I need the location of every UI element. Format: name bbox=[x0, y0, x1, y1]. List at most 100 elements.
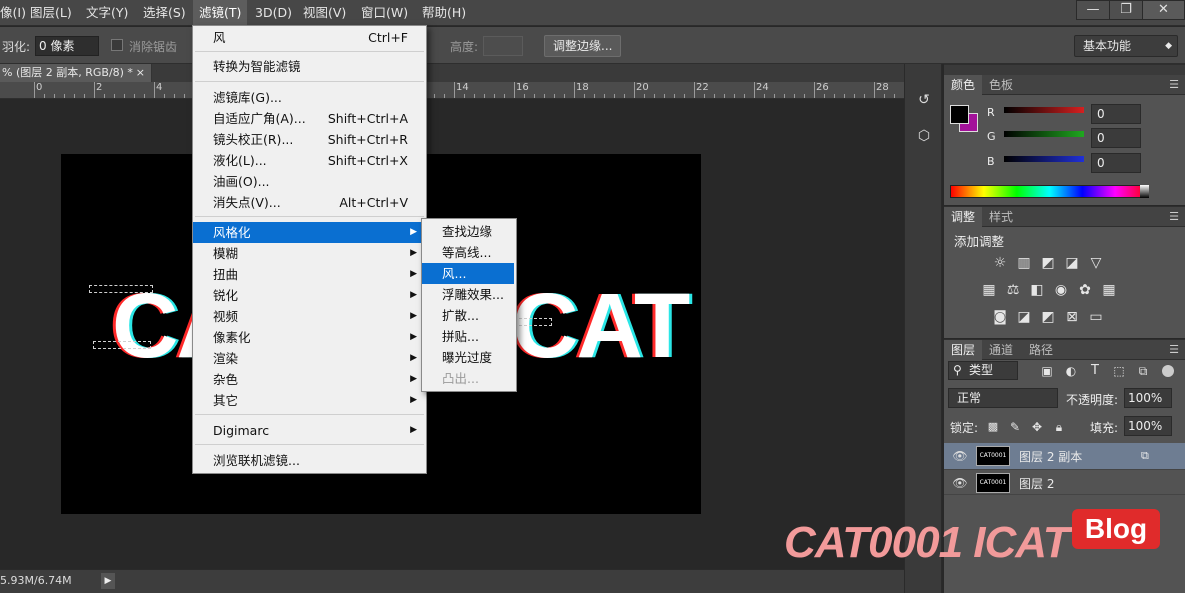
menu-window[interactable]: 窗口(W) bbox=[355, 0, 414, 26]
vibrance-icon[interactable]: ▽ bbox=[1087, 254, 1105, 272]
menu-item-sharpen[interactable]: 锐化 ▶ bbox=[193, 285, 426, 306]
selective-color-icon[interactable]: ⊠ bbox=[1063, 308, 1081, 326]
tab-paths[interactable]: 路径 bbox=[1022, 340, 1060, 360]
menu-layer[interactable]: 图层(L) bbox=[24, 0, 78, 26]
layer-filter-select[interactable]: ⚲ 类型 bbox=[948, 361, 1018, 380]
menu-type[interactable]: 文字(Y) bbox=[80, 0, 134, 26]
menu-view[interactable]: 视图(V) bbox=[297, 0, 352, 26]
menu-item-filter-gallery[interactable]: 滤镜库(G)... bbox=[193, 87, 426, 108]
submenu-item-emboss[interactable]: 浮雕效果... bbox=[422, 284, 516, 305]
lock-transparent-icon[interactable]: ▩ bbox=[984, 418, 1002, 436]
menu-item-browse-filters-online[interactable]: 浏览联机滤镜... bbox=[193, 450, 426, 471]
panel-menu-icon[interactable]: ☰ bbox=[1169, 78, 1179, 91]
channel-mixer-icon[interactable]: ✿ bbox=[1076, 281, 1094, 299]
horizontal-ruler[interactable]: 0246810121416182022242628 bbox=[0, 82, 904, 99]
status-menu-arrow-icon[interactable]: ▶ bbox=[101, 573, 115, 589]
red-slider[interactable] bbox=[1004, 107, 1084, 113]
green-slider[interactable] bbox=[1004, 131, 1084, 137]
tab-channels[interactable]: 通道 bbox=[982, 340, 1020, 360]
submenu-item-diffuse[interactable]: 扩散... bbox=[422, 305, 516, 326]
menu-item-last-filter[interactable]: 风 Ctrl+F bbox=[193, 27, 426, 48]
visibility-eye-icon[interactable]: 👁︎ bbox=[952, 448, 968, 464]
levels-icon[interactable]: ▥ bbox=[1015, 254, 1033, 272]
menu-item-adaptive-wide-angle[interactable]: 自适应广角(A)... Shift+Ctrl+A bbox=[193, 108, 426, 129]
blend-mode-select[interactable]: 正常 bbox=[948, 388, 1058, 408]
tab-styles[interactable]: 样式 bbox=[982, 207, 1020, 227]
menu-item-pixelate[interactable]: 像素化 ▶ bbox=[193, 327, 426, 348]
menu-item-blur[interactable]: 模糊 ▶ bbox=[193, 243, 426, 264]
submenu-item-find-edges[interactable]: 查找边缘 bbox=[422, 221, 516, 242]
green-value-input[interactable]: 0 bbox=[1091, 128, 1141, 148]
3d-panel-icon[interactable]: ⬡ bbox=[914, 126, 934, 146]
color-ramp[interactable] bbox=[950, 185, 1149, 198]
document-tab[interactable]: % (图层 2 副本, RGB/8) * × bbox=[0, 64, 152, 82]
filter-adjustment-icon[interactable]: ◐ bbox=[1062, 362, 1080, 380]
close-button[interactable]: ✕ bbox=[1142, 0, 1185, 20]
menu-item-other[interactable]: 其它 ▶ bbox=[193, 390, 426, 411]
color-balance-icon[interactable]: ⚖ bbox=[1004, 281, 1022, 299]
menu-item-distort[interactable]: 扭曲 ▶ bbox=[193, 264, 426, 285]
blue-value-input[interactable]: 0 bbox=[1091, 153, 1141, 173]
visibility-eye-icon[interactable]: 👁︎ bbox=[952, 475, 968, 491]
blue-slider[interactable] bbox=[1004, 156, 1084, 162]
tab-swatches[interactable]: 色板 bbox=[982, 75, 1020, 95]
filter-pixel-icon[interactable]: ▣ bbox=[1038, 362, 1056, 380]
menu-item-smart-filter[interactable]: 转换为智能滤镜 bbox=[193, 56, 426, 77]
workspace-select[interactable]: 基本功能 ◆ bbox=[1074, 35, 1178, 57]
opacity-input[interactable]: 100% bbox=[1124, 388, 1172, 408]
layer-row-selected[interactable]: 👁︎ CAT0001 ICAT 图层 2 副本 ⧉ bbox=[944, 443, 1185, 469]
filter-type-icon[interactable]: T bbox=[1086, 362, 1104, 380]
invert-icon[interactable]: ◙ bbox=[991, 308, 1009, 326]
tab-adjustments[interactable]: 调整 bbox=[944, 207, 983, 227]
history-icon[interactable]: ↺ bbox=[914, 90, 934, 110]
tab-color[interactable]: 颜色 bbox=[944, 75, 983, 95]
menu-filter[interactable]: 滤镜(T) bbox=[193, 0, 248, 26]
antialias-checkbox[interactable] bbox=[111, 39, 123, 51]
gradient-map-icon[interactable]: ▭ bbox=[1087, 308, 1105, 326]
height-input[interactable] bbox=[483, 36, 523, 56]
menu-item-oil-paint[interactable]: 油画(O)... bbox=[193, 171, 426, 192]
lock-all-icon[interactable]: 🔒︎ bbox=[1050, 418, 1068, 436]
foreground-color-swatch[interactable] bbox=[950, 105, 969, 124]
menu-item-noise[interactable]: 杂色 ▶ bbox=[193, 369, 426, 390]
hue-saturation-icon[interactable]: ▦ bbox=[980, 281, 998, 299]
tab-layers[interactable]: 图层 bbox=[944, 340, 983, 360]
black-white-icon[interactable]: ◧ bbox=[1028, 281, 1046, 299]
menu-item-vanishing-point[interactable]: 消失点(V)... Alt+Ctrl+V bbox=[193, 192, 426, 213]
lock-position-icon[interactable]: ✥ bbox=[1028, 418, 1046, 436]
menu-item-render[interactable]: 渲染 ▶ bbox=[193, 348, 426, 369]
tab-close-icon[interactable]: × bbox=[136, 64, 145, 82]
filter-toggle[interactable] bbox=[1162, 365, 1174, 377]
brightness-icon[interactable]: ☼ bbox=[991, 254, 1009, 272]
threshold-icon[interactable]: ◩ bbox=[1039, 308, 1057, 326]
menu-select[interactable]: 选择(S) bbox=[137, 0, 192, 26]
menu-3d[interactable]: 3D(D) bbox=[249, 0, 298, 26]
posterize-icon[interactable]: ◪ bbox=[1015, 308, 1033, 326]
curves-icon[interactable]: ◩ bbox=[1039, 254, 1057, 272]
refine-edge-button[interactable]: 调整边缘... bbox=[544, 35, 622, 57]
menu-item-lens-correction[interactable]: 镜头校正(R)... Shift+Ctrl+R bbox=[193, 129, 426, 150]
panel-menu-icon[interactable]: ☰ bbox=[1169, 343, 1179, 356]
fill-input[interactable]: 100% bbox=[1124, 416, 1172, 436]
submenu-item-trace-contour[interactable]: 等高线... bbox=[422, 242, 516, 263]
panel-menu-icon[interactable]: ☰ bbox=[1169, 210, 1179, 223]
submenu-item-tiles[interactable]: 拼贴... bbox=[422, 326, 516, 347]
color-lookup-icon[interactable]: ▦ bbox=[1100, 281, 1118, 299]
menu-item-video[interactable]: 视频 ▶ bbox=[193, 306, 426, 327]
exposure-icon[interactable]: ◪ bbox=[1063, 254, 1081, 272]
menu-item-stylize[interactable]: 风格化 ▶ bbox=[193, 222, 426, 243]
feather-input[interactable]: 0 像素 bbox=[35, 36, 99, 56]
photo-filter-icon[interactable]: ◉ bbox=[1052, 281, 1070, 299]
menu-item-liquify[interactable]: 液化(L)... Shift+Ctrl+X bbox=[193, 150, 426, 171]
restore-button[interactable]: ❐ bbox=[1109, 0, 1143, 20]
layer-row[interactable]: 👁︎ CAT0001 ICAT 图层 2 bbox=[944, 469, 1185, 495]
filter-shape-icon[interactable]: ⬚ bbox=[1110, 362, 1128, 380]
submenu-item-wind[interactable]: 风... bbox=[422, 263, 514, 284]
menu-help[interactable]: 帮助(H) bbox=[416, 0, 472, 26]
menu-item-digimarc[interactable]: Digimarc ▶ bbox=[193, 420, 426, 441]
lock-paint-icon[interactable]: ✎ bbox=[1006, 418, 1024, 436]
minimize-button[interactable]: — bbox=[1076, 0, 1110, 20]
submenu-item-solarize[interactable]: 曝光过度 bbox=[422, 347, 516, 368]
color-ramp-bw[interactable] bbox=[1140, 185, 1149, 198]
red-value-input[interactable]: 0 bbox=[1091, 104, 1141, 124]
